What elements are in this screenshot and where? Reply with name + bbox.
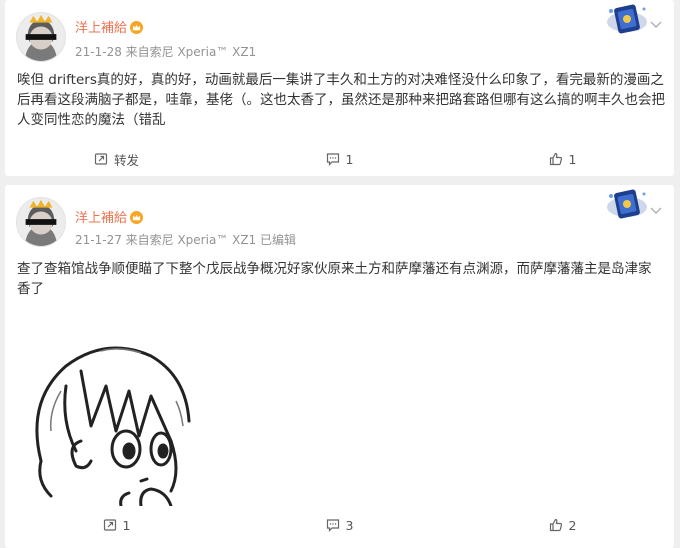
repost-button[interactable]: 1 (5, 509, 228, 541)
like-icon (549, 518, 562, 532)
chevron-down-icon[interactable] (650, 21, 662, 29)
repost-button[interactable]: 转发 (5, 143, 228, 175)
badge-icon[interactable] (602, 187, 652, 221)
comment-icon (326, 519, 339, 532)
post-actions: 1 3 2 (5, 509, 674, 541)
comment-button[interactable]: 1 (228, 143, 451, 175)
post-content: 唉但 drifters真的好，真的好，动画就最后一集讲了丰久和土方的对决难怪没什… (17, 72, 665, 128)
avatar[interactable] (16, 197, 66, 247)
comment-icon (326, 153, 339, 166)
repost-icon (94, 153, 108, 165)
badge-icon[interactable] (602, 2, 652, 36)
avatar-image (17, 13, 65, 61)
comment-button[interactable]: 3 (228, 509, 451, 541)
post-actions: 转发 1 1 (5, 143, 674, 175)
post-card: 洋上補給 21-1-28 来自索尼 Xperia™ XZ1 唉但 drifter… (5, 0, 674, 176)
avatar[interactable] (16, 12, 66, 62)
post-meta: 21-1-27 来自索尼 Xperia™ XZ1 已编辑 (75, 233, 297, 247)
username[interactable]: 洋上補給 (75, 17, 144, 36)
like-button[interactable]: 2 (451, 509, 674, 541)
post-meta: 21-1-28 来自索尼 Xperia™ XZ1 (75, 45, 257, 59)
like-icon (549, 152, 562, 166)
username[interactable]: 洋上補給 (75, 207, 144, 226)
chevron-down-icon[interactable] (650, 207, 662, 215)
post-card: 洋上補給 21-1-27 来自索尼 Xperia™ XZ1 已编辑 查了查箱馆战… (5, 185, 674, 548)
crown-icon (130, 211, 144, 224)
avatar-image (17, 198, 65, 246)
sticker-image[interactable] (21, 331, 191, 506)
post-content: 查了查箱馆战争顺便瞄了下整个戊辰战争概况好家伙原来土方和萨摩藩还有点渊源，而萨摩… (17, 261, 652, 297)
like-button[interactable]: 1 (451, 143, 674, 175)
crown-icon (130, 21, 144, 34)
repost-icon (103, 519, 116, 531)
